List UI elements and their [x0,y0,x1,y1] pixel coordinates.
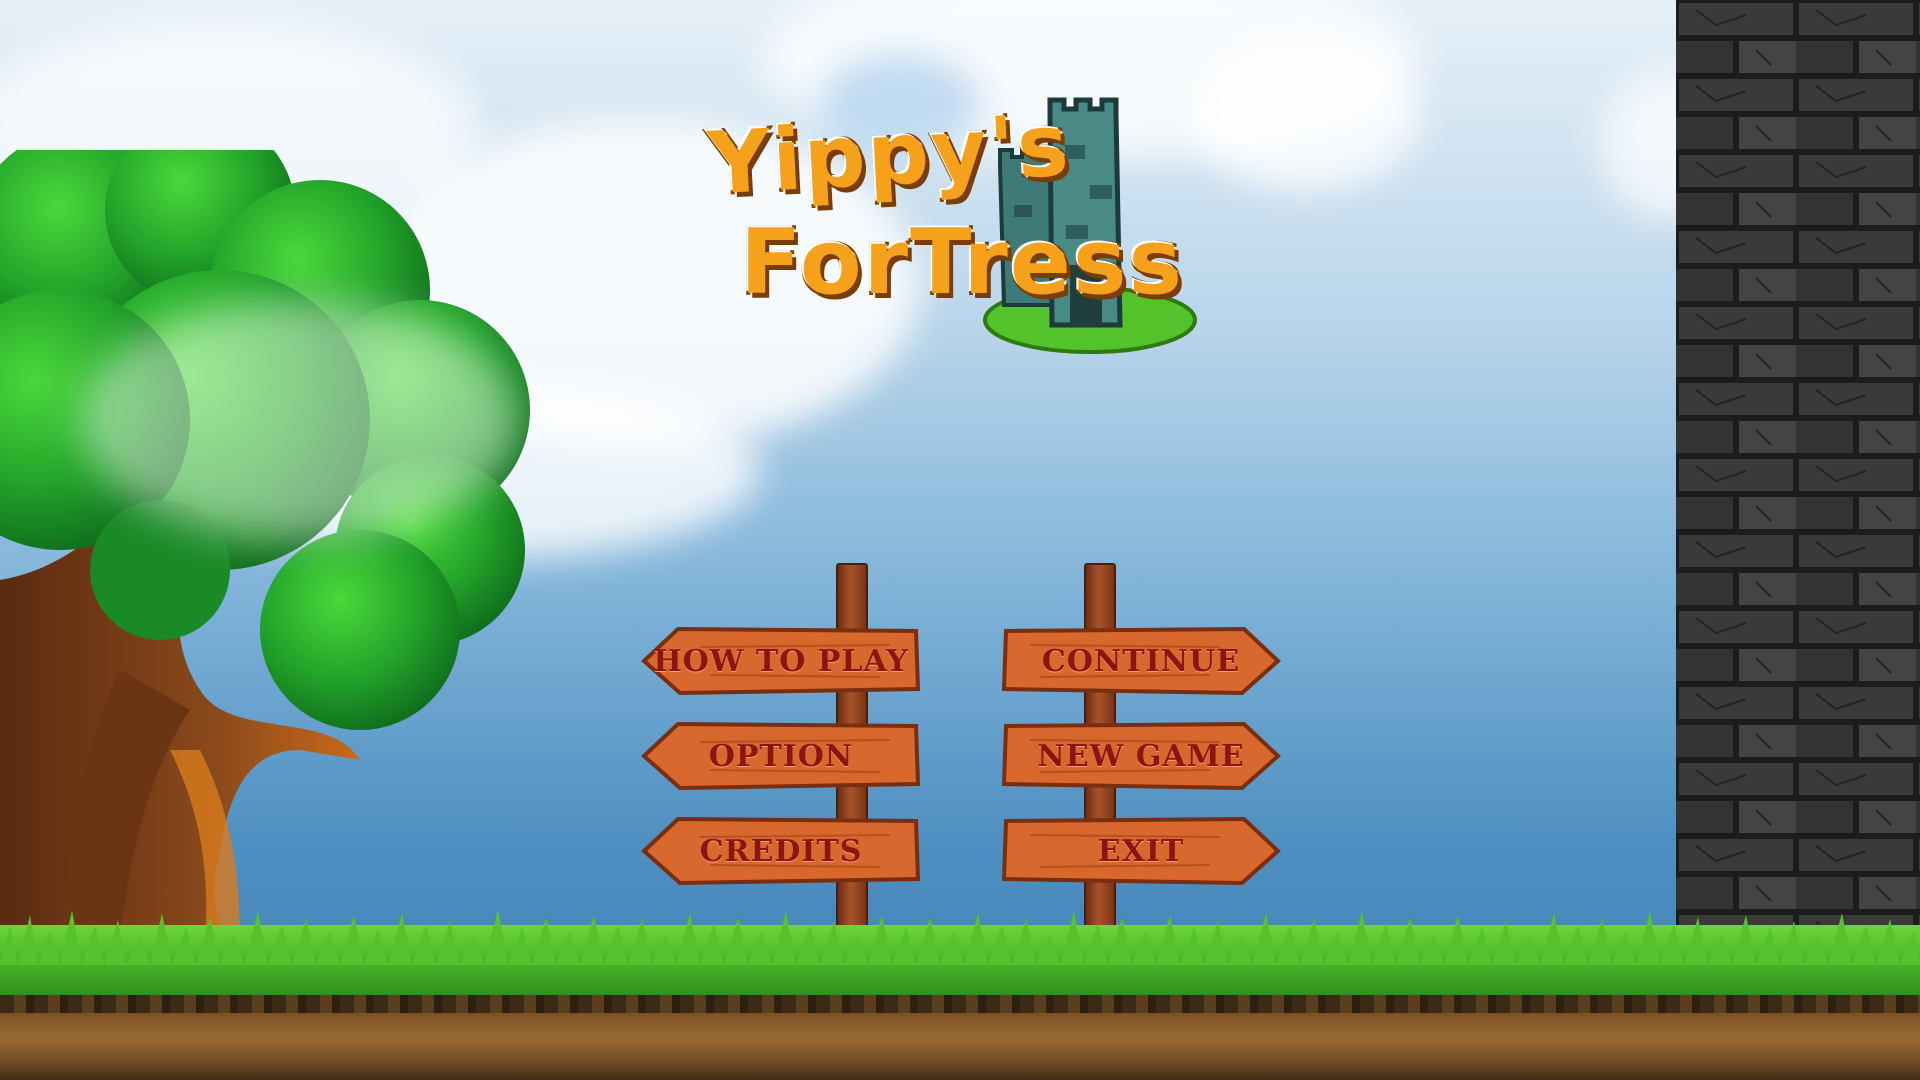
game-title-logo: Yippy's ForTress [690,94,1230,385]
game-scene: Yippy's ForTress HOW TO PLAY OPTION CRED… [0,0,1920,1080]
credits-button[interactable]: CREDITS [640,815,922,887]
title-line-1: Yippy's [704,94,1075,217]
continue-label: CONTINUE [1041,643,1241,679]
exit-button[interactable]: EXIT [1000,815,1282,887]
title-line-2: ForTress [738,208,1185,317]
new-game-label: NEW GAME [1037,738,1245,774]
option-button[interactable]: OPTION [640,720,922,792]
continue-button[interactable]: CONTINUE [1000,625,1282,697]
credits-label: CREDITS [699,833,863,869]
exit-label: EXIT [1097,833,1185,869]
tree-illustration [0,150,530,940]
grass-blades [0,909,1920,965]
how-to-play-label: HOW TO PLAY [653,643,909,679]
how-to-play-button[interactable]: HOW TO PLAY [640,625,922,697]
dirt-top-edge [0,995,1920,1013]
option-label: OPTION [708,738,854,774]
new-game-button[interactable]: NEW GAME [1000,720,1282,792]
